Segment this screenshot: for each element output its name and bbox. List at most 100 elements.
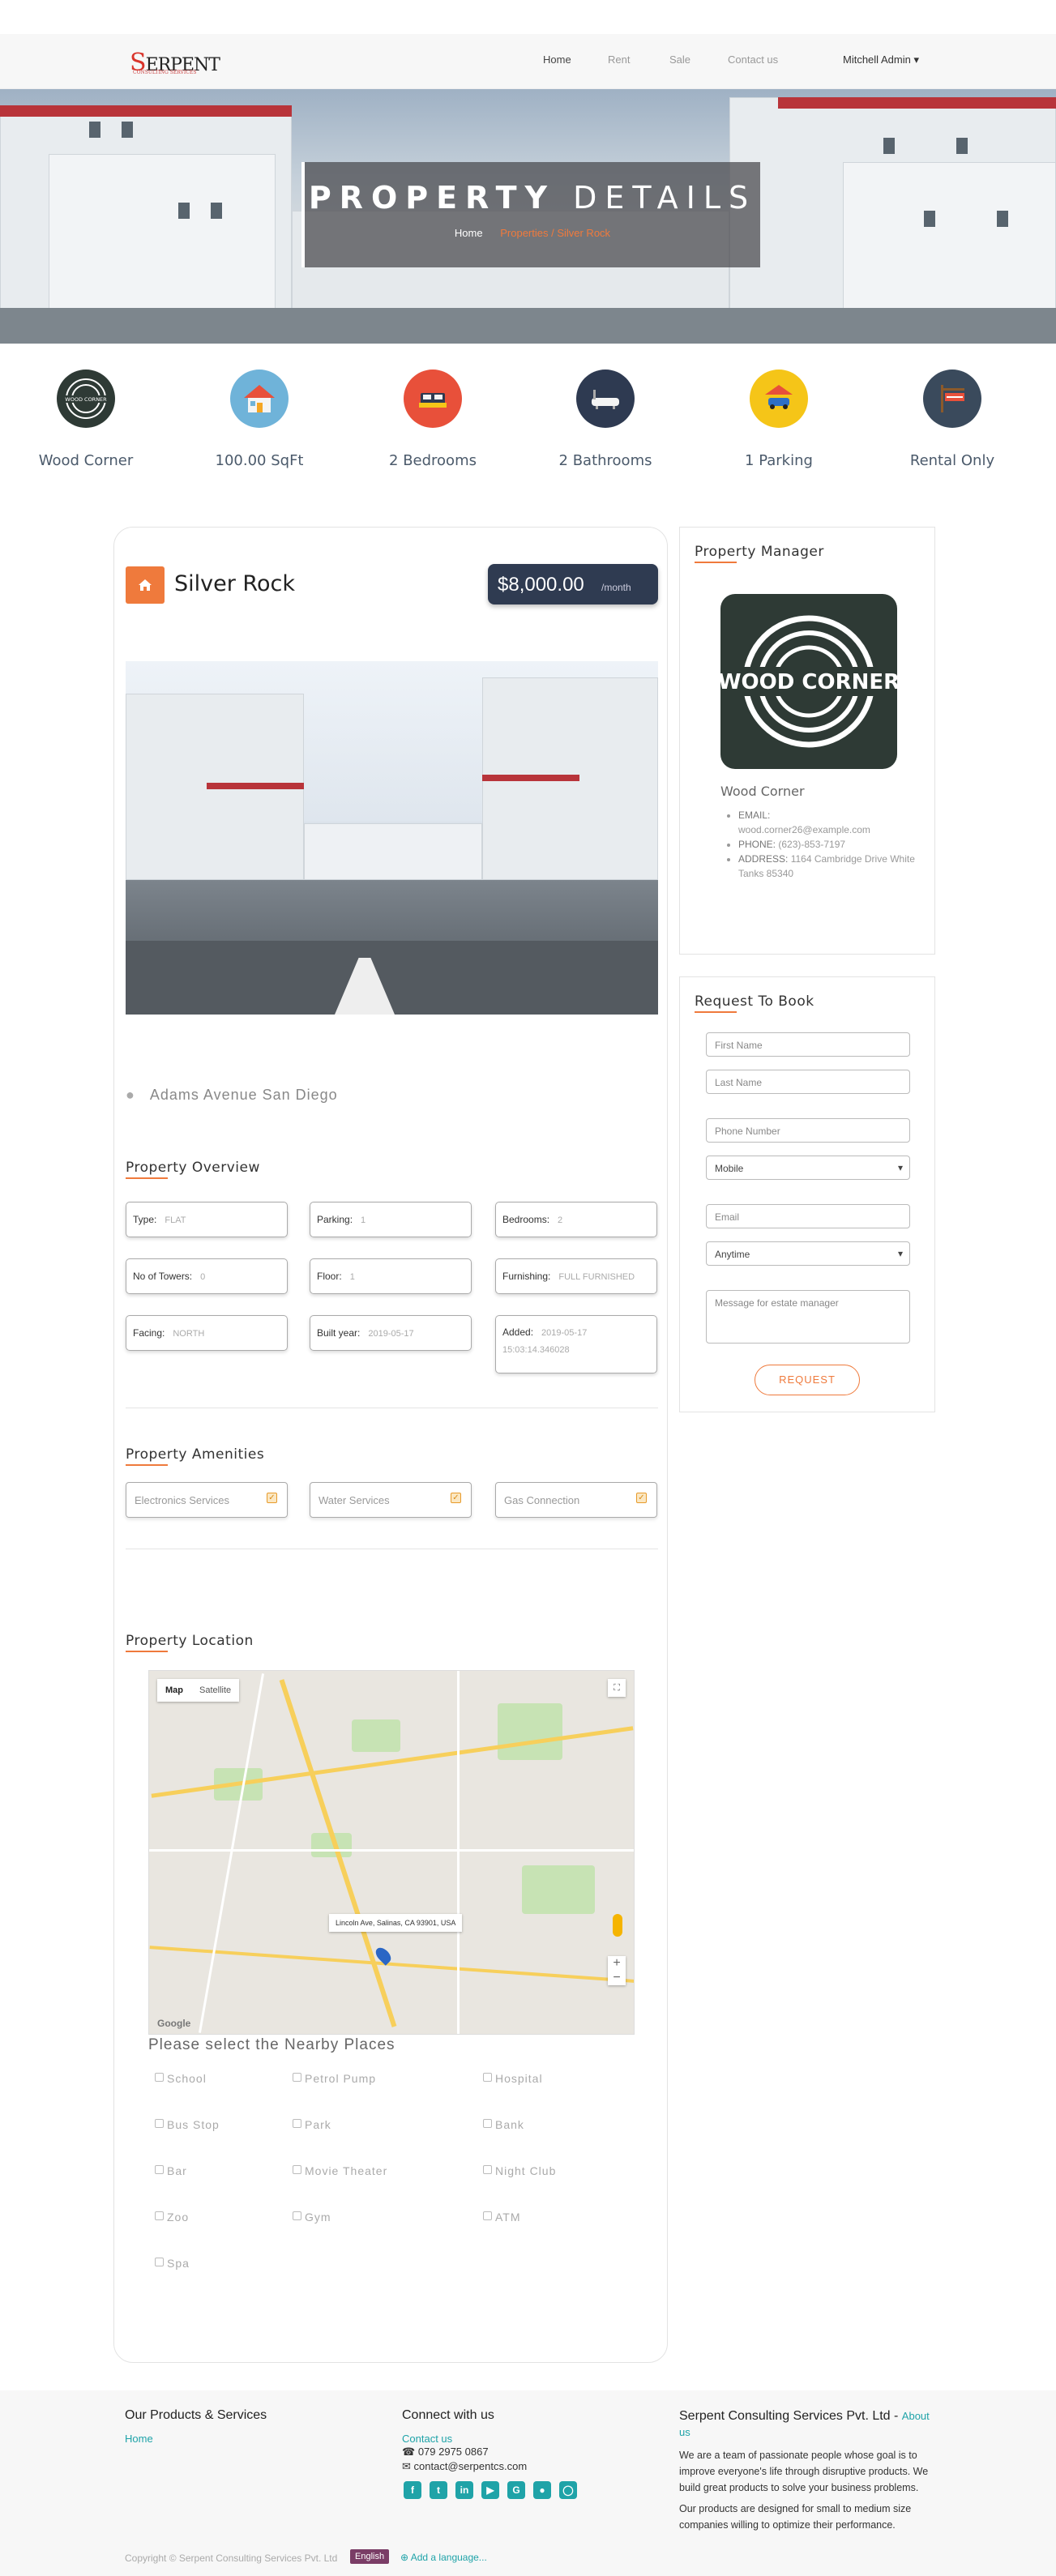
navbar: SERPENT CONSULTING SERVICES Home Rent Sa…: [0, 34, 1056, 89]
feature-label: 2 Bedrooms: [389, 452, 477, 469]
property-card: Silver Rock $8,000.00 /month ● Adams Aven…: [113, 527, 668, 2363]
last-name-input[interactable]: Last Name: [706, 1070, 910, 1094]
property-photo[interactable]: [126, 661, 658, 1015]
manager-logo: WOOD CORNER: [718, 594, 900, 769]
plus-circle-icon: ⊕: [400, 2552, 411, 2563]
github-icon[interactable]: ●: [533, 2481, 551, 2499]
manager-address: ADDRESS: 1164 Cambridge Drive White Tank…: [738, 852, 925, 881]
map-marker-icon: ●: [126, 1087, 135, 1103]
nearby-school[interactable]: School: [155, 2072, 207, 2085]
wood-corner-logo-icon: WOOD CORNER: [57, 370, 115, 428]
home-icon: [126, 566, 165, 604]
nearby-petrol-pump[interactable]: Petrol Pump: [293, 2072, 376, 2085]
checkbox-checked-icon: ✓: [451, 1493, 461, 1503]
svg-text:WOOD CORNER: WOOD CORNER: [65, 396, 107, 403]
breadcrumb: Home Properties / Silver Rock: [305, 227, 760, 239]
nav-home[interactable]: Home: [543, 53, 571, 66]
satellite-tab[interactable]: Satellite: [191, 1679, 239, 1702]
user-name: Mitchell Admin: [843, 53, 911, 66]
manager-heading: Property Manager: [695, 544, 824, 563]
overview-floor: Floor: 1: [310, 1258, 472, 1294]
nearby-bus-stop[interactable]: Bus Stop: [155, 2118, 220, 2131]
zoom-in-button[interactable]: +: [608, 1956, 626, 1971]
footer: Our Products & Services Home Connect wit…: [0, 2390, 1056, 2576]
hero-banner: PROPERTY DETAILS Home Properties / Silve…: [0, 89, 1056, 344]
footer-email: ✉ contact@serpentcs.com: [402, 2460, 528, 2472]
svg-text:WOOD CORNER: WOOD CORNER: [720, 670, 897, 694]
bed-icon: [404, 370, 462, 428]
street-view-icon[interactable]: [613, 1914, 622, 1937]
for-rent-sign-icon: [923, 370, 981, 428]
google-plus-icon[interactable]: G: [507, 2481, 525, 2499]
fullscreen-icon[interactable]: ⛶: [608, 1679, 626, 1697]
overview-type: Type: FLAT: [126, 1202, 288, 1237]
feature-label: Rental Only: [909, 452, 995, 469]
overview-facing: Facing: NORTH: [126, 1315, 288, 1351]
phone-number-input[interactable]: Phone Number: [706, 1118, 910, 1143]
nearby-movie-theater[interactable]: Movie Theater: [293, 2164, 387, 2177]
twitter-icon[interactable]: t: [430, 2481, 447, 2499]
phone-type-select[interactable]: Mobile: [706, 1156, 910, 1180]
location-map[interactable]: Map Satellite ⛶ Lincoln Ave, Salinas, CA…: [148, 1670, 635, 2035]
envelope-icon: ✉: [402, 2460, 414, 2472]
google-logo: Google: [157, 2018, 191, 2029]
linkedin-icon[interactable]: in: [455, 2481, 473, 2499]
brand-logo[interactable]: SERPENT CONSULTING SERVICES: [130, 49, 220, 77]
checkbox-checked-icon: ✓: [267, 1493, 277, 1503]
feature-manager: WOOD CORNER Wood Corner: [13, 370, 159, 469]
nearby-title: Please select the Nearby Places: [148, 2036, 395, 2053]
amenities-heading: Property Amenities: [126, 1446, 265, 1466]
nav-rent[interactable]: Rent: [608, 53, 630, 66]
caret-down-icon: ▾: [913, 53, 919, 66]
message-textarea[interactable]: Message for estate manager: [706, 1290, 910, 1344]
user-menu[interactable]: Mitchell Admin ▾: [843, 53, 919, 66]
add-language-link[interactable]: ⊕ Add a language...: [400, 2552, 487, 2563]
nav-contact-us[interactable]: Contact us: [728, 53, 778, 66]
language-selector[interactable]: English: [350, 2549, 390, 2564]
footer-contact-link[interactable]: Contact us: [402, 2433, 452, 2445]
breadcrumb-trail[interactable]: Properties / Silver Rock: [500, 227, 610, 239]
request-to-book-card: Request To Book First Name Last Name Pho…: [679, 976, 935, 1412]
footer-about-p2: Our products are designed for small to m…: [679, 2503, 912, 2531]
overview-towers: No of Towers: 0: [126, 1258, 288, 1294]
email-input[interactable]: Email: [706, 1204, 910, 1228]
house-area-icon: [230, 370, 289, 428]
feature-label: Wood Corner: [38, 452, 134, 469]
request-button[interactable]: REQUEST: [755, 1365, 860, 1395]
overview-built-year: Built year: 2019-05-17: [310, 1315, 472, 1351]
nearby-park[interactable]: Park: [293, 2118, 331, 2131]
nearby-bank[interactable]: Bank: [483, 2118, 524, 2131]
nearby-hospital[interactable]: Hospital: [483, 2072, 543, 2085]
feature-bathrooms: 2 Bathrooms: [532, 370, 678, 469]
zoom-control: + −: [608, 1956, 626, 1985]
manager-email: EMAIL:wood.corner26@example.com: [738, 808, 925, 837]
nav-sale[interactable]: Sale: [669, 53, 690, 66]
booking-heading: Request To Book: [695, 993, 814, 1013]
nearby-bar[interactable]: Bar: [155, 2164, 187, 2177]
youtube-icon[interactable]: ▶: [481, 2481, 499, 2499]
car-icon: [750, 370, 808, 428]
bathtub-icon: [576, 370, 635, 428]
instagram-icon[interactable]: ◯: [559, 2481, 577, 2499]
social-links: f t in ▶ G ● ◯: [404, 2481, 577, 2499]
nearby-gym[interactable]: Gym: [293, 2211, 331, 2224]
first-name-input[interactable]: First Name: [706, 1032, 910, 1057]
property-address: ● Adams Avenue San Diego: [126, 1087, 338, 1103]
nearby-atm[interactable]: ATM: [483, 2211, 521, 2224]
footer-company-heading: Serpent Consulting Services Pvt. Ltd - A…: [679, 2409, 930, 2438]
nearby-night-club[interactable]: Night Club: [483, 2164, 556, 2177]
footer-phone: ☎ 079 2975 0867: [402, 2446, 489, 2458]
amenity-water: Water Services ✓: [310, 1482, 472, 1518]
nearby-spa[interactable]: Spa: [155, 2257, 190, 2270]
zoom-out-button[interactable]: −: [608, 1971, 626, 1985]
property-manager-card: Property Manager WOOD CORNER Wood Corner…: [679, 527, 935, 955]
breadcrumb-home[interactable]: Home: [455, 227, 483, 239]
footer-about-p1: We are a team of passionate people whose…: [679, 2450, 929, 2493]
time-select[interactable]: Anytime: [706, 1241, 910, 1266]
footer-home-link[interactable]: Home: [125, 2433, 153, 2445]
nearby-zoo[interactable]: Zoo: [155, 2211, 189, 2224]
price-amount: $8,000.00: [498, 574, 584, 596]
facebook-icon[interactable]: f: [404, 2481, 421, 2499]
map-tab[interactable]: Map: [157, 1679, 191, 1702]
map-type-toggle: Map Satellite: [157, 1679, 240, 1702]
